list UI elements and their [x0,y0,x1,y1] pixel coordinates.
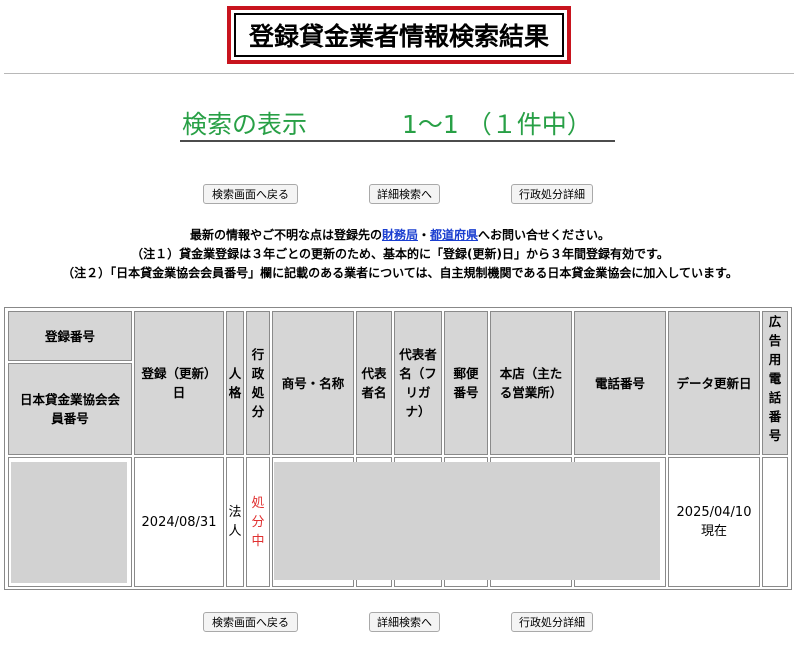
header-trade-name: 商号・名称 [272,311,354,455]
note-line-2: （注１）貸金業登録は３年ごとの更新のため、基本的に「登録(更新)日」から３年間登… [131,247,669,261]
header-head-office: 本店（主たる営業所） [490,311,572,455]
header-reg-date: 登録（更新）日 [134,311,224,455]
back-to-search-button[interactable]: 検索画面へ戻る [203,184,298,204]
header-assoc-no: 日本貸金業協会会員番号 [8,363,132,455]
detail-search-button[interactable]: 詳細検索へ [369,184,440,204]
cell-disposition[interactable]: 処分中 [246,457,270,587]
header-phone: 電話番号 [574,311,666,455]
results-table: 登録番号 日本貸金業協会会員番号 登録（更新）日 人格 行政処分 商号・名称 代… [4,307,792,590]
page-title-frame: 登録貸金業者情報検索結果 [227,6,571,64]
detail-search-button-bottom[interactable]: 詳細検索へ [369,612,440,632]
cell-reg-date: 2024/08/31 [134,457,224,587]
header-updated: データ更新日 [668,311,760,455]
header-entity: 人格 [226,311,244,455]
link-todofuken[interactable]: 都道府県 [430,228,478,242]
cell-ad-phone [762,457,788,587]
page-title: 登録貸金業者情報検索結果 [234,13,564,57]
note-line-3: （注２）「日本貸金業協会会員番号」欄に記載のある業者については、自主規制機関であ… [62,266,738,280]
header-disposition: 行政処分 [246,311,270,455]
redacted-block [11,462,127,583]
header-rep-kana: 代表者名（フリガナ） [394,311,442,455]
disposition-detail-button-bottom[interactable]: 行政処分詳細 [511,612,593,632]
cell-entity: 法人 [226,457,244,587]
header-rep-name: 代表者名 [356,311,392,455]
header-postal: 郵便番号 [444,311,488,455]
disposition-detail-button[interactable]: 行政処分詳細 [511,184,593,204]
header-ad-phone: 広告用電話番号 [762,311,788,455]
result-count: 検索の表示 1〜1 （１件中） [180,104,615,142]
result-label: 検索の表示 [182,110,308,139]
note-line-1: 最新の情報やご不明な点は登録先の財務局・都道府県へお問い合せください。 [189,228,611,242]
redacted-block [274,462,660,580]
back-to-search-button-bottom[interactable]: 検索画面へ戻る [203,612,298,632]
header-reg-no: 登録番号 [8,311,132,361]
link-zaimukyoku[interactable]: 財務局 [382,228,418,242]
cell-updated: 2025/04/10現在 [668,457,760,587]
notes: 最新の情報やご不明な点は登録先の財務局・都道府県へお問い合せください。 （注１）… [0,226,800,283]
divider [4,73,794,74]
result-range: 1〜1 （１件中） [402,110,592,139]
